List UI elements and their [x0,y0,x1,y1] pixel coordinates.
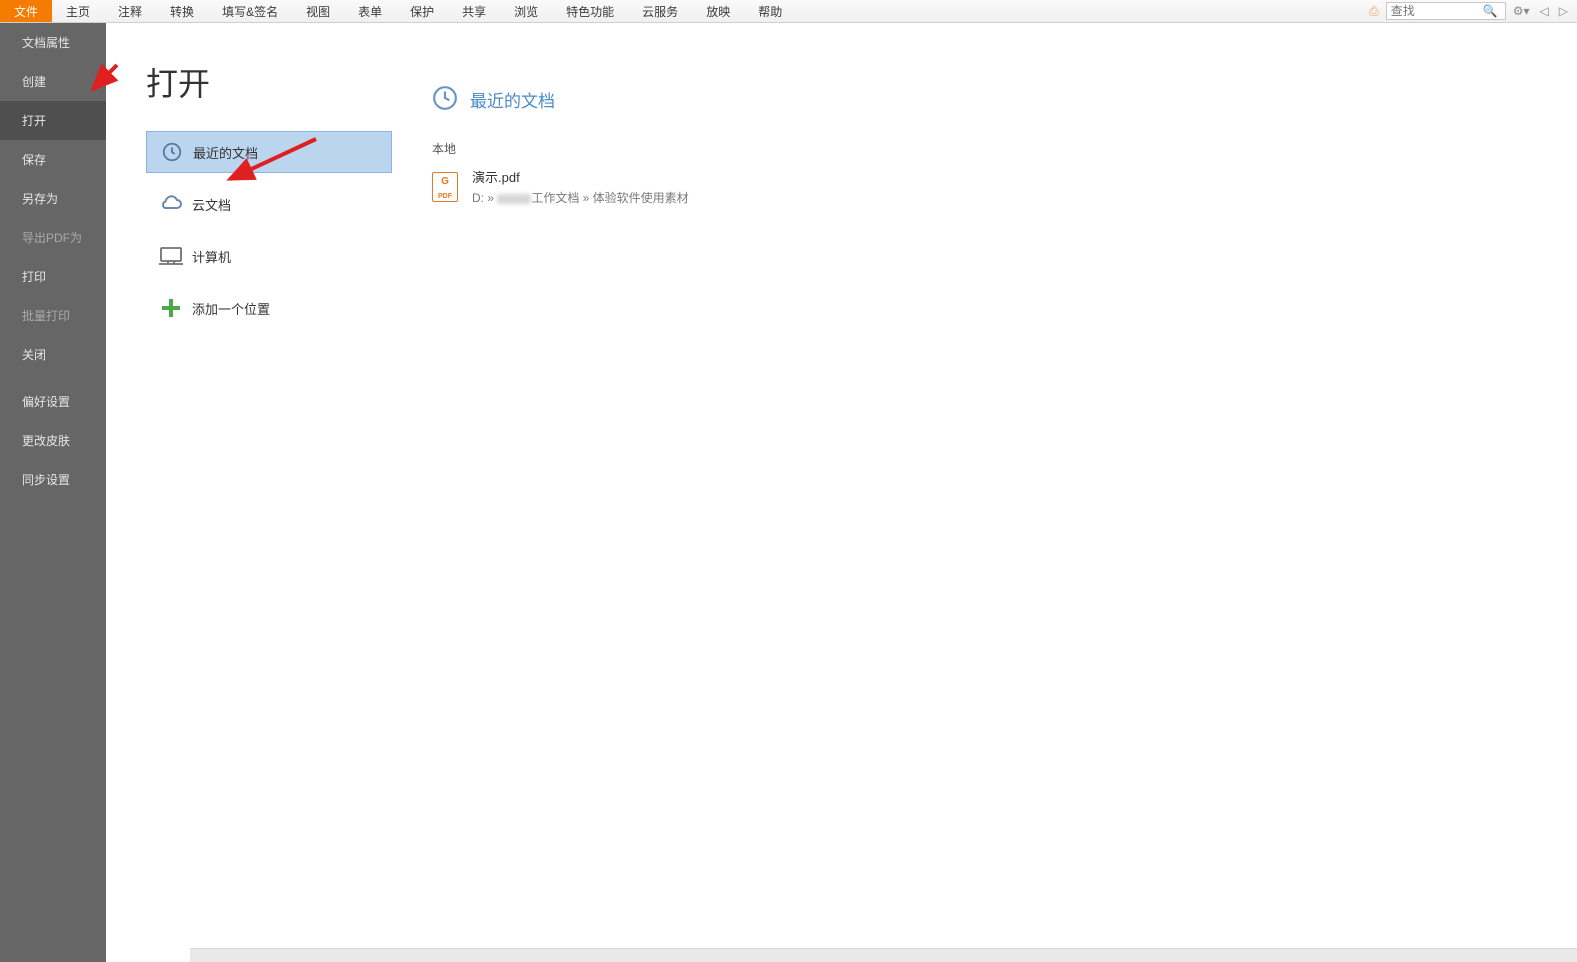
content-header: 最近的文档 [432,85,1577,114]
settings-dropdown-icon[interactable]: ⚙▾ [1510,4,1533,18]
menu-tab-fill-sign[interactable]: 填写&签名 [208,0,292,22]
search-page-icon[interactable]: ⎙ [1366,4,1382,19]
menu-tab-view[interactable]: 视图 [292,0,344,22]
cloud-icon [158,195,184,213]
sidebar-item-open[interactable]: 打开 [0,101,106,140]
clock-icon [159,141,185,163]
recent-file-row[interactable]: G PDF 演示.pdf D: » 工作文档 » 体验软件使用素材 [432,165,1577,208]
sidebar-item-batch-print[interactable]: 批量打印 [0,296,106,335]
menu-tab-browse[interactable]: 浏览 [500,0,552,22]
plus-icon [158,298,184,318]
recent-file-path: D: » 工作文档 » 体验软件使用素材 [472,189,689,206]
search-box[interactable]: 🔍 [1386,2,1506,20]
location-computer-label: 计算机 [192,247,231,266]
location-add[interactable]: 添加一个位置 [146,287,392,329]
menu-tab-help[interactable]: 帮助 [744,0,796,22]
search-input[interactable] [1387,3,1483,19]
sidebar-item-print[interactable]: 打印 [0,257,106,296]
menu-tab-annotate[interactable]: 注释 [104,0,156,22]
section-label-local: 本地 [432,140,1577,157]
menu-tab-home[interactable]: 主页 [52,0,104,22]
sidebar-item-save-as[interactable]: 另存为 [0,179,106,218]
sidebar-item-close[interactable]: 关闭 [0,335,106,374]
location-add-label: 添加一个位置 [192,299,270,318]
location-cloud-label: 云文档 [192,195,231,214]
location-recent[interactable]: 最近的文档 [146,131,392,173]
computer-icon [158,246,184,266]
sidebar-item-skin[interactable]: 更改皮肤 [0,421,106,460]
horizontal-scrollbar[interactable] [190,948,1577,962]
main-container: 文档属性 创建 打开 保存 另存为 导出PDF为 打印 批量打印 关闭 偏好设置… [0,23,1577,962]
recent-file-name: 演示.pdf [472,167,689,186]
menu-tab-form[interactable]: 表单 [344,0,396,22]
page-title: 打开 [146,59,396,105]
location-recent-label: 最近的文档 [193,143,258,162]
content-area: 最近的文档 本地 G PDF 演示.pdf D: » 工作文档 » 体验软件使用… [396,23,1577,962]
nav-forward-icon[interactable]: ▷ [1556,4,1571,18]
content-title: 最近的文档 [470,87,555,112]
sidebar-item-properties[interactable]: 文档属性 [0,23,106,62]
sidebar-item-export-pdf[interactable]: 导出PDF为 [0,218,106,257]
sidebar-item-save[interactable]: 保存 [0,140,106,179]
recent-file-info: 演示.pdf D: » 工作文档 » 体验软件使用素材 [472,167,689,206]
menu-tab-convert[interactable]: 转换 [156,0,208,22]
menu-tab-features[interactable]: 特色功能 [552,0,628,22]
sidebar-item-sync[interactable]: 同步设置 [0,460,106,499]
menubar-right-controls: ⎙ 🔍 ⚙▾ ◁ ▷ [1366,0,1577,22]
sidebar-item-preferences[interactable]: 偏好设置 [0,382,106,421]
pdf-file-icon: G PDF [432,172,458,202]
clock-icon [432,85,458,114]
sidebar-item-create[interactable]: 创建 [0,62,106,101]
menu-tab-file[interactable]: 文件 [0,0,52,22]
menubar: 文件 主页 注释 转换 填写&签名 视图 表单 保护 共享 浏览 特色功能 云服… [0,0,1577,23]
location-cloud[interactable]: 云文档 [146,183,392,225]
location-computer[interactable]: 计算机 [146,235,392,277]
menu-tab-playback[interactable]: 放映 [692,0,744,22]
nav-back-icon[interactable]: ◁ [1537,4,1552,18]
secondary-panel: 打开 最近的文档 云文档 计算机 添加一个位置 [106,23,396,962]
menu-tab-protect[interactable]: 保护 [396,0,448,22]
sidebar: 文档属性 创建 打开 保存 另存为 导出PDF为 打印 批量打印 关闭 偏好设置… [0,23,106,962]
menu-tab-share[interactable]: 共享 [448,0,500,22]
menu-tab-cloud[interactable]: 云服务 [628,0,692,22]
search-icon[interactable]: 🔍 [1483,4,1501,18]
